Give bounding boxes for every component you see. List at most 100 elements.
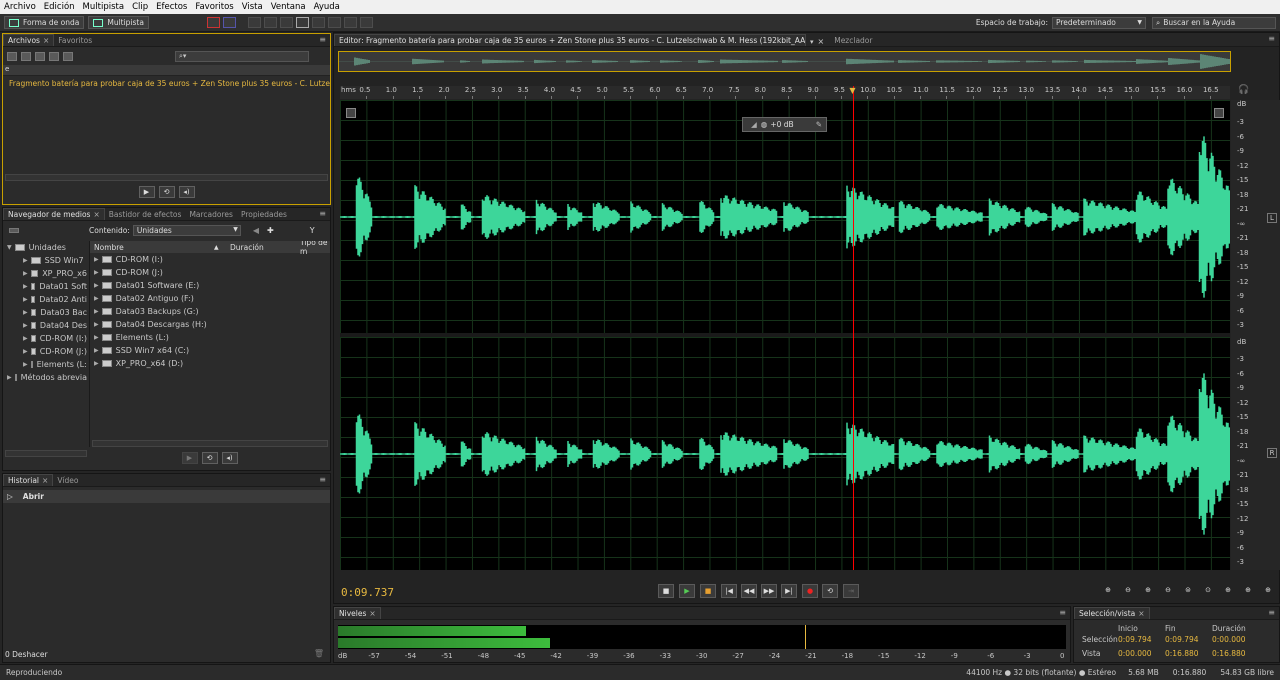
workspace-select[interactable]: Predeterminado ▼ xyxy=(1052,16,1146,29)
tab-propiedades[interactable]: Propiedades xyxy=(237,208,291,220)
tab-favoritos[interactable]: Favoritos xyxy=(54,34,96,46)
close-icon[interactable]: × xyxy=(42,476,48,485)
move-tool-icon[interactable] xyxy=(247,17,261,28)
waveform-view-button[interactable]: Forma de onda xyxy=(4,16,85,29)
playhead-marker-icon[interactable]: ▼ xyxy=(849,86,855,95)
tree-item[interactable]: ▶ Elements (L:) xyxy=(3,358,87,371)
stop-icon[interactable]: ■ xyxy=(658,584,674,598)
list-item[interactable]: ▶ CD-ROM (I:) xyxy=(90,253,330,266)
menu-vista[interactable]: Vista xyxy=(238,2,267,12)
tree-item[interactable]: ▶ CD-ROM (J:) xyxy=(3,345,87,358)
loop-icon[interactable]: ⟲ xyxy=(158,186,175,198)
tree-item[interactable]: ▶ Data04 Des xyxy=(3,319,87,332)
tab-navegador-medios[interactable]: Navegador de medios × xyxy=(3,208,105,220)
close-icon[interactable]: × xyxy=(818,37,825,46)
tree-item[interactable]: ▶ XP_PRO_x6 xyxy=(3,267,87,280)
zoom-in-amplitude-icon[interactable]: ⊕ xyxy=(1100,584,1116,598)
tree-item[interactable]: ▶ Data02 Anti xyxy=(3,293,87,306)
list-item[interactable]: ▶ Data04 Descargas (H:) xyxy=(90,318,330,331)
loop-icon[interactable]: ⟲ xyxy=(822,584,838,598)
play-icon[interactable]: ▶ xyxy=(679,584,695,598)
tab-seleccion-vista[interactable]: Selección/vista × xyxy=(1074,607,1150,619)
tab-marcadores[interactable]: Marcadores xyxy=(185,208,237,220)
tab-bastidor-efectos[interactable]: Bastidor de efectos xyxy=(105,208,186,220)
list-item[interactable]: ▶ Data01 Software (E:) xyxy=(90,279,330,292)
skip-icon[interactable]: ⇥ xyxy=(843,584,859,598)
zoom-out-point-icon[interactable]: ⊕ xyxy=(1240,584,1256,598)
zoom-selection-icon[interactable]: ⊙ xyxy=(1200,584,1216,598)
zoom-out-time-icon[interactable]: ⊖ xyxy=(1160,584,1176,598)
files-search-input[interactable]: ⌕▾ xyxy=(175,50,309,62)
view-duration[interactable]: 0:16.880 xyxy=(1212,649,1246,658)
horizontal-scrollbar[interactable] xyxy=(5,174,328,181)
tree-item[interactable]: ▶ Data03 Bac xyxy=(3,306,87,319)
pin-icon[interactable]: ✎ xyxy=(816,120,822,129)
loop-icon[interactable]: ⟲ xyxy=(201,452,218,464)
spectral-pitch-icon[interactable] xyxy=(222,17,236,28)
tab-niveles[interactable]: Niveles × xyxy=(334,607,381,619)
multitrack-view-button[interactable]: Multipista xyxy=(88,16,149,29)
spectral-frequency-icon[interactable] xyxy=(206,17,220,28)
tree-item-shortcuts[interactable]: ▶Métodos abreviados xyxy=(3,371,87,384)
files-column-header[interactable]: e xyxy=(3,65,330,76)
open-file-icon[interactable] xyxy=(7,51,17,61)
menu-multipista[interactable]: Multipista xyxy=(79,2,129,12)
import-file-icon[interactable] xyxy=(21,51,31,61)
zoom-corner-icon[interactable] xyxy=(346,108,356,118)
zoom-out-amplitude-icon[interactable]: ⊖ xyxy=(1120,584,1136,598)
play-icon[interactable]: ▶ xyxy=(181,452,198,464)
brush-tool-icon[interactable] xyxy=(343,17,357,28)
razor-tool-icon[interactable] xyxy=(263,17,277,28)
time-selection-tool-icon[interactable] xyxy=(295,17,309,28)
selection-start[interactable]: 0:09.794 xyxy=(1118,635,1152,644)
knob-icon[interactable]: ◍ xyxy=(761,120,768,129)
close-icon[interactable]: × xyxy=(43,36,49,45)
close-icon[interactable]: × xyxy=(93,210,99,219)
menu-edicion[interactable]: Edición xyxy=(40,2,79,12)
skip-start-icon[interactable]: |◀ xyxy=(721,584,737,598)
tab-historial[interactable]: Historial × xyxy=(3,474,54,486)
rewind-icon[interactable]: ◀◀ xyxy=(741,584,757,598)
help-search-input[interactable]: ⌕ Buscar en la Ayuda xyxy=(1152,16,1276,29)
layout-toggle-icon[interactable] xyxy=(9,227,19,233)
list-item[interactable]: ▶ CD-ROM (J:) xyxy=(90,266,330,279)
spot-healing-icon[interactable] xyxy=(359,17,373,28)
list-item[interactable]: ▶ SSD Win7 x64 (C:) xyxy=(90,344,330,357)
panel-menu-icon[interactable]: ≡ xyxy=(1268,608,1275,617)
skip-end-icon[interactable]: ▶| xyxy=(781,584,797,598)
pause-icon[interactable]: ■ xyxy=(700,584,716,598)
menu-efectos[interactable]: Efectos xyxy=(152,2,191,12)
back-icon[interactable]: ◀ xyxy=(253,226,259,235)
tree-item[interactable]: ▶ Data01 Soft xyxy=(3,280,87,293)
panel-menu-icon[interactable]: ≡ xyxy=(319,475,326,484)
chevron-down-icon[interactable]: ▾ xyxy=(810,38,814,46)
col-nombre[interactable]: Nombre xyxy=(94,243,124,252)
menu-ventana[interactable]: Ventana xyxy=(267,2,310,12)
selection-duration[interactable]: 0:00.000 xyxy=(1212,635,1246,644)
list-item[interactable]: ▶ XP_PRO_x64 (D:) xyxy=(90,357,330,370)
panel-menu-icon[interactable]: ≡ xyxy=(319,209,326,218)
menu-clip[interactable]: Clip xyxy=(128,2,152,12)
delete-icon[interactable] xyxy=(63,51,73,61)
zoom-corner-icon[interactable] xyxy=(1214,108,1224,118)
history-item[interactable]: ▷ Abrir xyxy=(3,490,330,503)
list-item[interactable]: ▶ Elements (L:) xyxy=(90,331,330,344)
menu-archivo[interactable]: Archivo xyxy=(0,2,40,12)
view-end[interactable]: 0:16.880 xyxy=(1165,649,1199,658)
zoom-full-icon[interactable]: ⊜ xyxy=(1180,584,1196,598)
record-icon[interactable]: ● xyxy=(802,584,818,598)
channel-right-toggle[interactable]: R xyxy=(1267,448,1277,458)
tree-item[interactable]: ▶ SSD Win7 xyxy=(3,254,87,267)
headphones-icon[interactable]: 🎧 xyxy=(1238,85,1249,95)
waveform-display[interactable]: ◢ ◍ +0 dB ✎ ▼ xyxy=(340,86,1230,570)
zoom-in-time-icon[interactable]: ⊕ xyxy=(1140,584,1156,598)
close-icon[interactable]: × xyxy=(369,609,375,618)
contents-select[interactable]: Unidades ▼ xyxy=(132,224,241,236)
list-item[interactable]: ▶ Data03 Backups (G:) xyxy=(90,305,330,318)
filter-icon[interactable]: Y xyxy=(310,226,315,235)
delete-icon[interactable]: 🗑 xyxy=(314,649,324,658)
list-item[interactable]: ▶ Data02 Antiguo (F:) xyxy=(90,292,330,305)
hud-gain[interactable]: ◢ ◍ +0 dB ✎ xyxy=(742,117,827,132)
autoplay-icon[interactable]: ◂) xyxy=(221,452,238,464)
close-icon[interactable]: × xyxy=(1138,609,1144,618)
